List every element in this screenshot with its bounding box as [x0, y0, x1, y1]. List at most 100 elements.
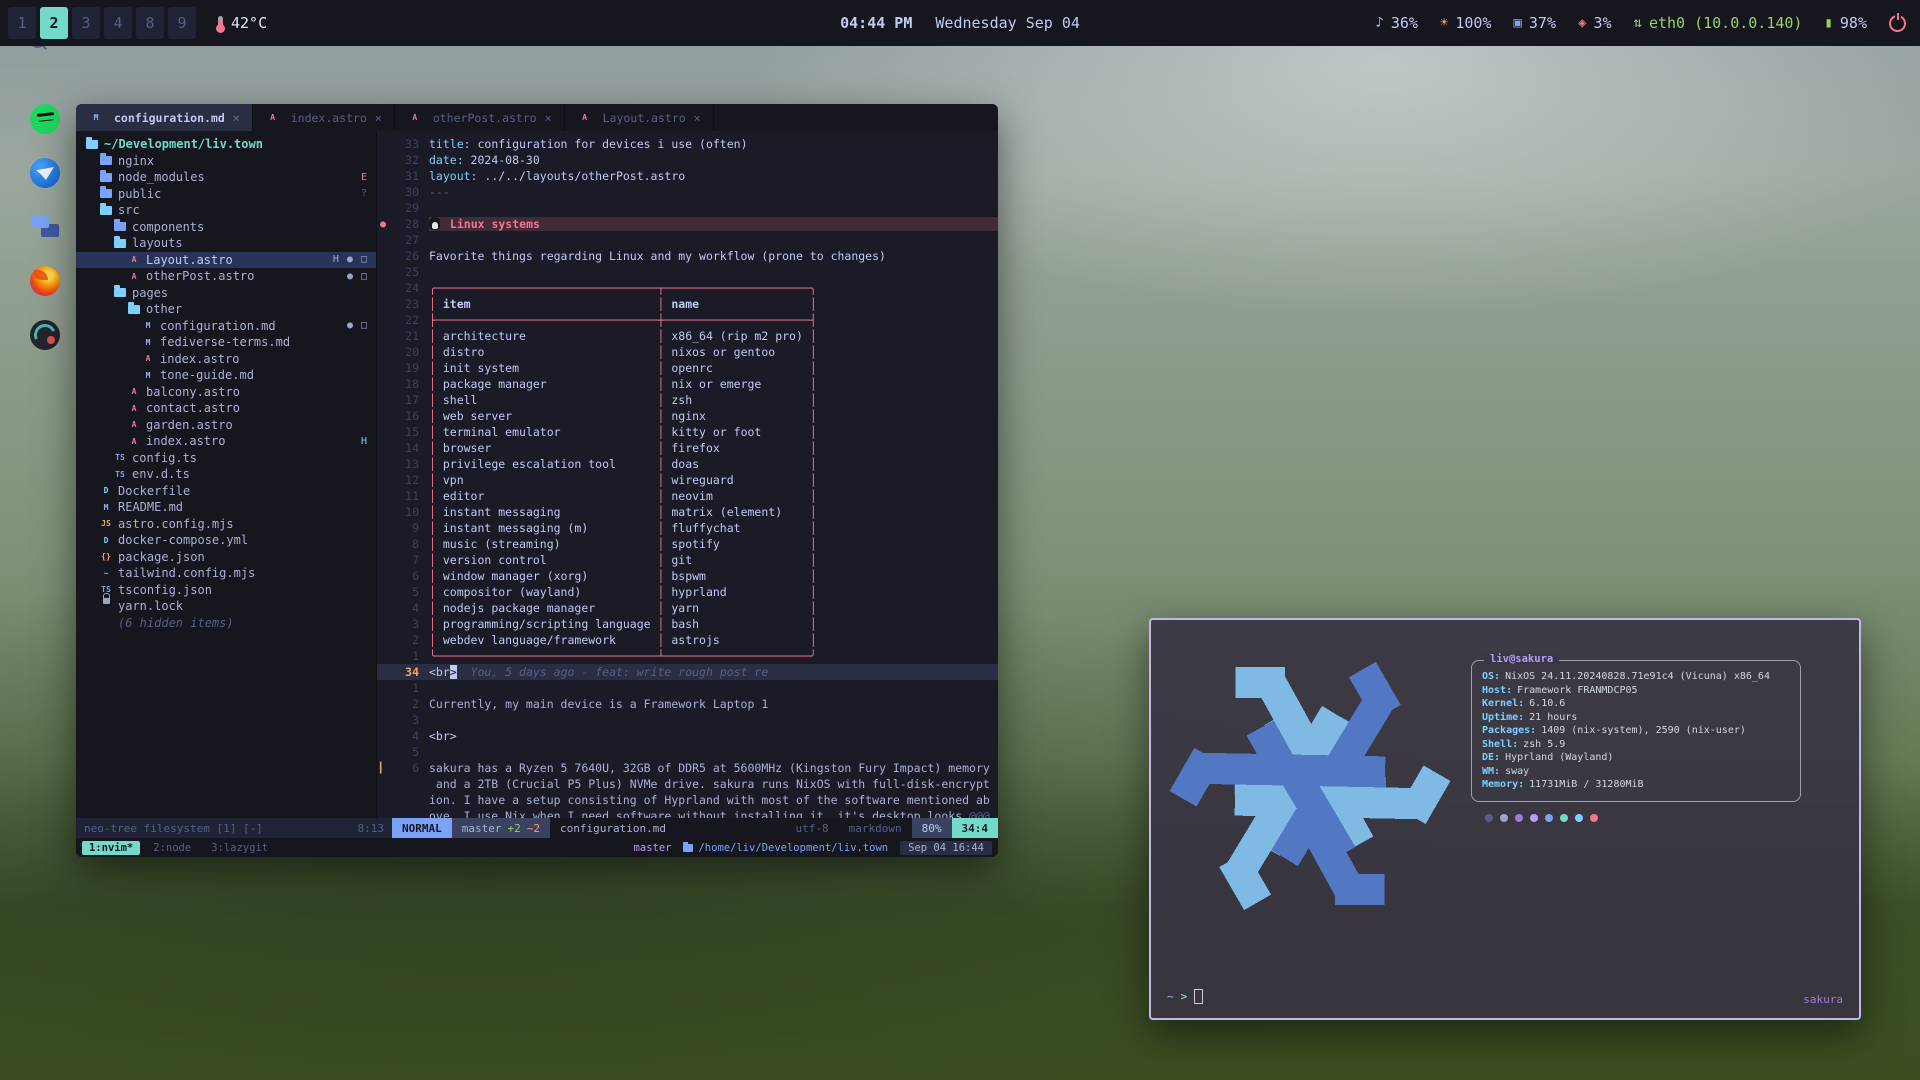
buffer-line[interactable]: 29: [377, 200, 998, 216]
tree-item[interactable]: public ?: [76, 186, 376, 203]
tree-item[interactable]: TS env.d.ts: [76, 466, 376, 483]
workspace-button[interactable]: 2: [40, 7, 68, 39]
bar-module[interactable]: ◈ 3%: [1578, 14, 1612, 32]
buffer-line[interactable]: 25: [377, 264, 998, 280]
tree-item[interactable]: D Dockerfile: [76, 483, 376, 500]
buffer-line[interactable]: 32 date: 2024-08-30: [377, 152, 998, 168]
buffer-line[interactable]: 10 │ instant messaging│ matrix (element)…: [377, 504, 998, 520]
tree-item[interactable]: {} package.json: [76, 549, 376, 566]
tree-item[interactable]: components: [76, 219, 376, 236]
tree-item[interactable]: M fediverse-terms.md: [76, 334, 376, 351]
buffer-line[interactable]: 30 ---: [377, 184, 998, 200]
buffer-line[interactable]: 1: [377, 680, 998, 696]
buffer-line[interactable]: 4 <br>: [377, 728, 998, 744]
buffer-line[interactable]: 26 Favorite things regarding Linux and m…: [377, 248, 998, 264]
editor-buffer[interactable]: 33 title: configuration for devices i us…: [377, 131, 998, 818]
close-icon[interactable]: ×: [545, 111, 552, 125]
buffer-line[interactable]: 3: [377, 712, 998, 728]
tree-item[interactable]: ~/Development/liv.town: [76, 136, 376, 153]
tree-item[interactable]: node_modules E: [76, 169, 376, 186]
buffer-line[interactable]: ▎ 6 sakura has a Ryzen 5 7640U, 32GB of …: [377, 760, 998, 776]
workspace-button[interactable]: 9: [168, 7, 196, 39]
buffer-line[interactable]: 6 │ window manager (xorg)│ bspwm│: [377, 568, 998, 584]
tree-item[interactable]: A contact.astro: [76, 400, 376, 417]
buffer-line[interactable]: ove. I use Nix when I need software with…: [377, 808, 998, 818]
buffer-line[interactable]: 9 │ instant messaging (m)│ fluffychat│: [377, 520, 998, 536]
buffer-line[interactable]: 21 │ architecture│ x86_64 (rip m2 pro)│: [377, 328, 998, 344]
tree-item[interactable]: M README.md: [76, 499, 376, 516]
buffer-line[interactable]: 33 title: configuration for devices i us…: [377, 136, 998, 152]
tree-item[interactable]: M tone-guide.md: [76, 367, 376, 384]
buffer-line[interactable]: 15 │ terminal emulator│ kitty or foot│: [377, 424, 998, 440]
buffer-line[interactable]: 34 <br> You, 5 days ago - feat: write ro…: [377, 664, 998, 680]
tree-item[interactable]: JS astro.config.mjs: [76, 516, 376, 533]
editor-tab[interactable]: A index.astro ×: [253, 104, 395, 131]
buffer-line[interactable]: 27: [377, 232, 998, 248]
tree-item[interactable]: TS tsconfig.json: [76, 582, 376, 599]
bar-module[interactable]: ▮ 98%: [1824, 14, 1867, 32]
workspace-button[interactable]: 3: [72, 7, 100, 39]
editor-tab[interactable]: M configuration.md ×: [76, 104, 253, 131]
close-icon[interactable]: ×: [694, 111, 701, 125]
power-icon[interactable]: [1889, 15, 1906, 32]
tree-item[interactable]: pages: [76, 285, 376, 302]
tmux-window[interactable]: 1:nvim*: [82, 841, 140, 855]
buffer-line[interactable]: 20 │ distro│ nixos or gentoo│: [377, 344, 998, 360]
tree-item[interactable]: M configuration.md ● □: [76, 318, 376, 335]
tree-item[interactable]: (6 hidden items): [76, 615, 376, 632]
buffer-line[interactable]: 14 │ browser│ firefox│: [377, 440, 998, 456]
workspace-button[interactable]: 8: [136, 7, 164, 39]
buffer-line[interactable]: 17 │ shell│ zsh│: [377, 392, 998, 408]
buffer-line[interactable]: 11 │ editor│ neovim│: [377, 488, 998, 504]
close-icon[interactable]: ×: [375, 111, 382, 125]
fetch-value: 1409 (nix-system), 2590 (nix-user): [1541, 725, 1746, 739]
buffer-line[interactable]: 3 │ programming/scripting language│ bash…: [377, 616, 998, 632]
tree-item[interactable]: A index.astro H: [76, 433, 376, 450]
tree-item[interactable]: A balcony.astro: [76, 384, 376, 401]
buffer-line[interactable]: 7 │ version control│ git│: [377, 552, 998, 568]
buffer-line[interactable]: 12 │ vpn│ wireguard│: [377, 472, 998, 488]
buffer-line[interactable]: 22 ├────────────────────────────────┼───…: [377, 312, 998, 328]
tree-item[interactable]: A otherPost.astro ● □: [76, 268, 376, 285]
tree-item[interactable]: src: [76, 202, 376, 219]
tree-item[interactable]: A garden.astro: [76, 417, 376, 434]
buffer-line[interactable]: 19 │ init system│ openrc│: [377, 360, 998, 376]
buffer-line[interactable]: 18 │ package manager│ nix or emerge│: [377, 376, 998, 392]
editor-tab[interactable]: A otherPost.astro ×: [395, 104, 565, 131]
bar-module[interactable]: ☀ 100%: [1440, 14, 1492, 32]
close-icon[interactable]: ×: [233, 111, 240, 125]
buffer-line[interactable]: 23 │ item│ name│: [377, 296, 998, 312]
bar-module[interactable]: ♪ 36%: [1375, 14, 1418, 32]
tree-item[interactable]: yarn.lock: [76, 598, 376, 615]
buffer-line[interactable]: 2 │ webdev language/framework│ astrojs│: [377, 632, 998, 648]
tree-item[interactable]: other: [76, 301, 376, 318]
tree-item[interactable]: nginx: [76, 153, 376, 170]
buffer-line[interactable]: 1 ╰────────────────────────────────┴────…: [377, 648, 998, 664]
buffer-line[interactable]: 5: [377, 744, 998, 760]
tree-item[interactable]: A index.astro: [76, 351, 376, 368]
tree-item[interactable]: TS config.ts: [76, 450, 376, 467]
buffer-line[interactable]: 4 │ nodejs package manager│ yarn│: [377, 600, 998, 616]
tree-item[interactable]: D docker-compose.yml: [76, 532, 376, 549]
buffer-line[interactable]: 13 │ privilege escalation tool│ doas│: [377, 456, 998, 472]
tree-item[interactable]: layouts: [76, 235, 376, 252]
buffer-line[interactable]: ● 28 Linux systems: [377, 216, 998, 232]
buffer-line[interactable]: and a 2TB (Crucial P5 Plus) NVMe drive. …: [377, 776, 998, 792]
shell-prompt[interactable]: ~ >: [1167, 989, 1203, 1004]
bar-module[interactable]: ⇅ eth0 (10.0.0.140): [1634, 14, 1803, 32]
tree-item[interactable]: A Layout.astro H ● □: [76, 252, 376, 269]
buffer-line[interactable]: 16 │ web server│ nginx│: [377, 408, 998, 424]
workspace-button[interactable]: 1: [8, 7, 36, 39]
editor-tab[interactable]: A Layout.astro ×: [565, 104, 714, 131]
buffer-line[interactable]: 31 layout: ../../layouts/otherPost.astro: [377, 168, 998, 184]
tmux-window[interactable]: 2:node: [146, 841, 198, 855]
buffer-line[interactable]: 5 │ compositor (wayland)│ hyprland│: [377, 584, 998, 600]
buffer-line[interactable]: 2 Currently, my main device is a Framewo…: [377, 696, 998, 712]
tmux-window[interactable]: 3:lazygit: [204, 841, 275, 855]
bar-module[interactable]: ▣ 37%: [1513, 14, 1556, 32]
buffer-line[interactable]: 8 │ music (streaming)│ spotify│: [377, 536, 998, 552]
buffer-line[interactable]: ion. I have a setup consisting of Hyprla…: [377, 792, 998, 808]
tree-item[interactable]: ~ tailwind.config.mjs: [76, 565, 376, 582]
workspace-button[interactable]: 4: [104, 7, 132, 39]
buffer-line[interactable]: 24 ╭────────────────────────────────┬───…: [377, 280, 998, 296]
